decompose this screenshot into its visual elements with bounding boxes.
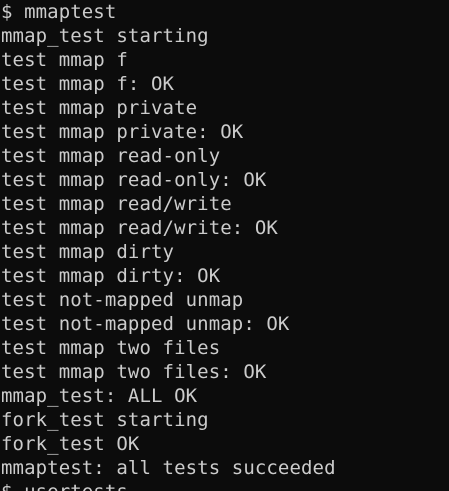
terminal-line: test mmap private: OK	[1, 121, 244, 143]
terminal-window[interactable]: $ mmaptest mmap_test starting test mmap …	[0, 0, 449, 491]
terminal-output: $ mmaptest mmap_test starting test mmap …	[1, 0, 336, 491]
terminal-line: test mmap private	[1, 97, 198, 119]
terminal-line: test not-mapped unmap: OK	[1, 313, 290, 335]
terminal-line: test not-mapped unmap	[1, 289, 244, 311]
terminal-line: test mmap dirty	[1, 241, 175, 263]
terminal-line: test mmap two files: OK	[1, 361, 267, 383]
terminal-line: test mmap f: OK	[1, 73, 175, 95]
terminal-line: test mmap dirty: OK	[1, 265, 221, 287]
terminal-line: mmap_test: ALL OK	[1, 385, 198, 407]
terminal-line: test mmap read-only: OK	[1, 169, 267, 191]
terminal-line: mmap_test starting	[1, 25, 209, 47]
terminal-line: test mmap read-only	[1, 145, 221, 167]
terminal-line: test mmap read/write	[1, 193, 232, 215]
terminal-prompt-line: $ usertests	[1, 480, 336, 491]
terminal-line: mmaptest: all tests succeeded	[1, 457, 336, 479]
terminal-line: test mmap read/write: OK	[1, 217, 278, 239]
terminal-line: $ mmaptest	[1, 1, 117, 23]
terminal-line: test mmap f	[1, 49, 128, 71]
terminal-line: test mmap two files	[1, 337, 221, 359]
terminal-line: fork_test OK	[1, 433, 140, 455]
terminal-line: fork_test starting	[1, 409, 209, 431]
